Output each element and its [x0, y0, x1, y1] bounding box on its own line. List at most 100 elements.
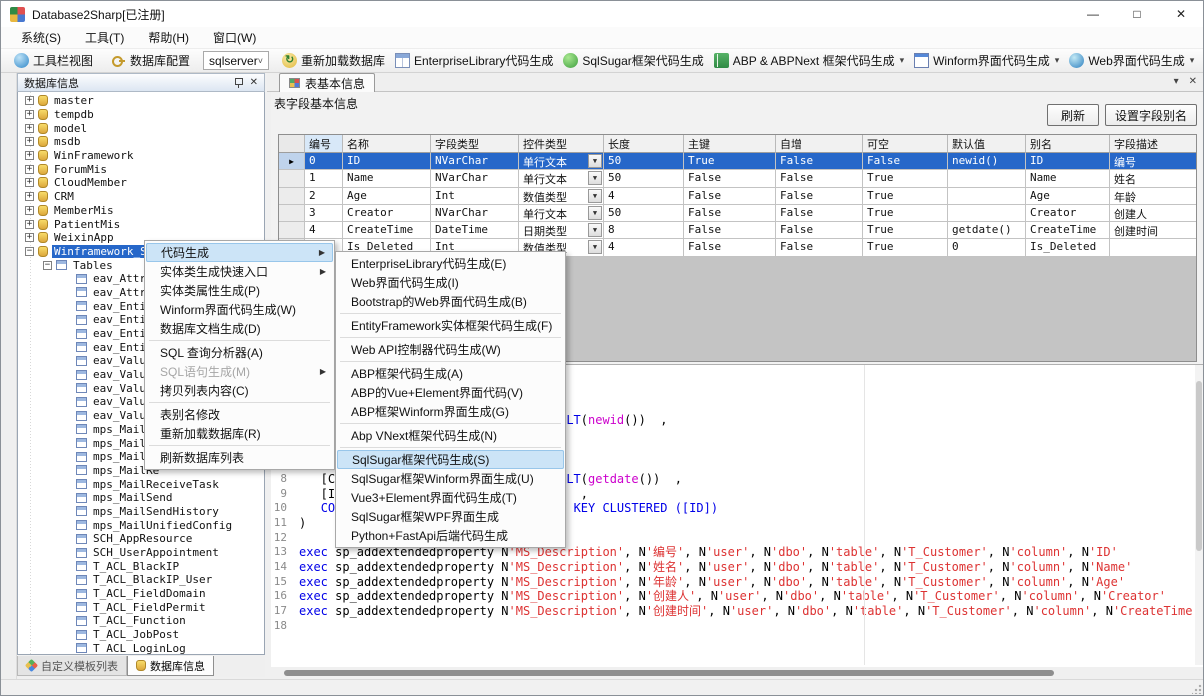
grid-cell[interactable]: CreateTime: [1026, 222, 1110, 239]
grid-row[interactable]: 1NameNVarChar单行文本▼50FalseFalseTrueName姓名: [279, 170, 1196, 187]
tree-item-database[interactable]: +MemberMis: [18, 204, 264, 218]
menu-item-3[interactable]: 窗口(W): [201, 26, 268, 49]
sqlsugar-gen-button[interactable]: SqlSugar框架代码生成: [558, 50, 708, 71]
grid-cell[interactable]: Name: [343, 170, 431, 187]
submenu-item[interactable]: Vue3+Element界面代码生成(T): [336, 488, 565, 507]
grid-column-header[interactable]: 长度: [604, 135, 684, 153]
tree-item-table[interactable]: T_ACL_BlackIP_User: [18, 573, 264, 587]
horizontal-scrollbar-thumb[interactable]: [284, 670, 1054, 676]
expand-toggle[interactable]: +: [25, 110, 34, 119]
grid-cell[interactable]: 8: [604, 222, 684, 239]
row-indicator[interactable]: [279, 170, 305, 187]
grid-cell[interactable]: NVarChar: [431, 153, 519, 170]
grid-cell[interactable]: 0: [948, 239, 1026, 256]
minimize-button[interactable]: —: [1071, 1, 1115, 27]
context-menu-item[interactable]: 拷贝列表内容(C): [145, 381, 334, 400]
context-menu-item[interactable]: SQL语句生成(M)▶: [145, 362, 334, 381]
grid-cell[interactable]: False: [684, 205, 776, 222]
grid-row[interactable]: ▶0IDNVarChar单行文本▼50TrueFalseFalsenewid()…: [279, 153, 1196, 170]
refresh-button[interactable]: 刷新: [1047, 104, 1099, 126]
expand-toggle[interactable]: +: [25, 233, 34, 242]
submenu-item[interactable]: SqlSugar框架WPF界面生成: [336, 507, 565, 526]
menu-item-0[interactable]: 系统(S): [9, 26, 73, 49]
grid-cell[interactable]: 年龄: [1110, 188, 1197, 205]
expand-toggle[interactable]: +: [25, 151, 34, 160]
grid-cell[interactable]: [948, 188, 1026, 205]
grid-cell[interactable]: newid(): [948, 153, 1026, 170]
cell-dropdown-icon[interactable]: ▼: [588, 240, 602, 254]
tree-item-database[interactable]: +master: [18, 94, 264, 108]
grid-cell[interactable]: 4: [604, 188, 684, 205]
grid-cell[interactable]: Name: [1026, 170, 1110, 187]
menu-item-1[interactable]: 工具(T): [73, 26, 136, 49]
tree-item-table[interactable]: T_ACL_BlackIP: [18, 559, 264, 573]
grid-cell[interactable]: False: [776, 239, 863, 256]
tree-item-table[interactable]: T_ACL_LoginLog: [18, 642, 264, 656]
context-menu-item[interactable]: 表别名修改: [145, 405, 334, 424]
grid-cell[interactable]: 50: [604, 170, 684, 187]
expand-toggle[interactable]: +: [25, 124, 34, 133]
context-menu-item[interactable]: 实体类属性生成(P): [145, 281, 334, 300]
tree-item-database[interactable]: +ForumMis: [18, 162, 264, 176]
grid-cell[interactable]: DateTime: [431, 222, 519, 239]
grid-cell[interactable]: NVarChar: [431, 170, 519, 187]
expand-toggle[interactable]: +: [25, 192, 34, 201]
tree-item-table[interactable]: mps_MailSendHistory: [18, 505, 264, 519]
toolbar-view-button[interactable]: 工具栏视图: [9, 50, 98, 71]
grid-cell[interactable]: [948, 170, 1026, 187]
grid-cell[interactable]: getdate(): [948, 222, 1026, 239]
grid-cell[interactable]: Creator: [343, 205, 431, 222]
grid-cell[interactable]: 50: [604, 153, 684, 170]
context-menu-item[interactable]: 代码生成▶: [146, 243, 333, 262]
cell-dropdown-icon[interactable]: ▼: [588, 223, 602, 237]
tree-item-table[interactable]: mps_MailReceiveTask: [18, 477, 264, 491]
tree-item-database[interactable]: +model: [18, 121, 264, 135]
grid-cell[interactable]: 4: [604, 239, 684, 256]
tab-close-icon[interactable]: ✕: [1189, 76, 1197, 87]
grid-cell[interactable]: 2: [305, 188, 343, 205]
tablist-dropdown-icon[interactable]: ▾: [1174, 76, 1179, 87]
expand-toggle[interactable]: +: [25, 178, 34, 187]
grid-cell[interactable]: False: [776, 205, 863, 222]
expand-toggle[interactable]: +: [25, 137, 34, 146]
tab-table-info[interactable]: 表基本信息: [279, 73, 375, 92]
grid-cell[interactable]: 创建时间: [1110, 222, 1197, 239]
grid-cell[interactable]: 日期类型▼: [519, 222, 604, 239]
grid-cell[interactable]: ID: [1026, 153, 1110, 170]
pin-icon[interactable]: [234, 77, 243, 89]
grid-column-header[interactable]: 名称: [343, 135, 431, 153]
grid-row[interactable]: 3CreatorNVarChar单行文本▼50FalseFalseTrueCre…: [279, 205, 1196, 222]
db-config-button[interactable]: 数据库配置: [106, 50, 195, 71]
connection-type-combo[interactable]: sqlserver˅: [203, 51, 269, 70]
grid-cell[interactable]: False: [776, 222, 863, 239]
grid-cell[interactable]: Age: [343, 188, 431, 205]
grid-cell[interactable]: 单行文本▼: [519, 153, 604, 170]
cell-dropdown-icon[interactable]: ▼: [588, 189, 602, 203]
grid-cell[interactable]: False: [863, 153, 948, 170]
tree-item-table[interactable]: T_ACL_JobPost: [18, 628, 264, 642]
expand-toggle[interactable]: +: [25, 206, 34, 215]
tree-item-database[interactable]: +CRM: [18, 190, 264, 204]
resize-grip[interactable]: [1192, 684, 1202, 694]
grid-cell[interactable]: 1: [305, 170, 343, 187]
submenu-item[interactable]: SqlSugar框架Winform界面生成(U): [336, 469, 565, 488]
vertical-scrollbar[interactable]: [1195, 365, 1203, 665]
expand-toggle[interactable]: −: [43, 261, 52, 270]
menu-item-2[interactable]: 帮助(H): [136, 26, 201, 49]
tree-item-table[interactable]: T_ACL_Function: [18, 614, 264, 628]
submenu-item[interactable]: Bootstrap的Web界面代码生成(B): [336, 292, 565, 311]
horizontal-scrollbar[interactable]: [271, 667, 1203, 678]
submenu-item[interactable]: EntityFramework实体框架代码生成(F): [336, 316, 565, 335]
tree-item-table[interactable]: SCH_AppResource: [18, 532, 264, 546]
abp-gen-button[interactable]: ABP & ABPNext 框架代码生成▾: [709, 50, 909, 71]
grid-column-header[interactable]: 自增: [776, 135, 863, 153]
grid-cell[interactable]: 4: [305, 222, 343, 239]
tree-item-database[interactable]: +WinFramework: [18, 149, 264, 163]
tree-item-table[interactable]: mps_MailUnifiedConfig: [18, 518, 264, 532]
grid-cell[interactable]: False: [684, 188, 776, 205]
submenu-item[interactable]: SqlSugar框架代码生成(S): [337, 450, 564, 469]
panel-close-icon[interactable]: ✕: [250, 78, 258, 88]
grid-cell[interactable]: False: [776, 170, 863, 187]
context-menu-item[interactable]: Winform界面代码生成(W): [145, 300, 334, 319]
grid-cell[interactable]: Int: [431, 188, 519, 205]
